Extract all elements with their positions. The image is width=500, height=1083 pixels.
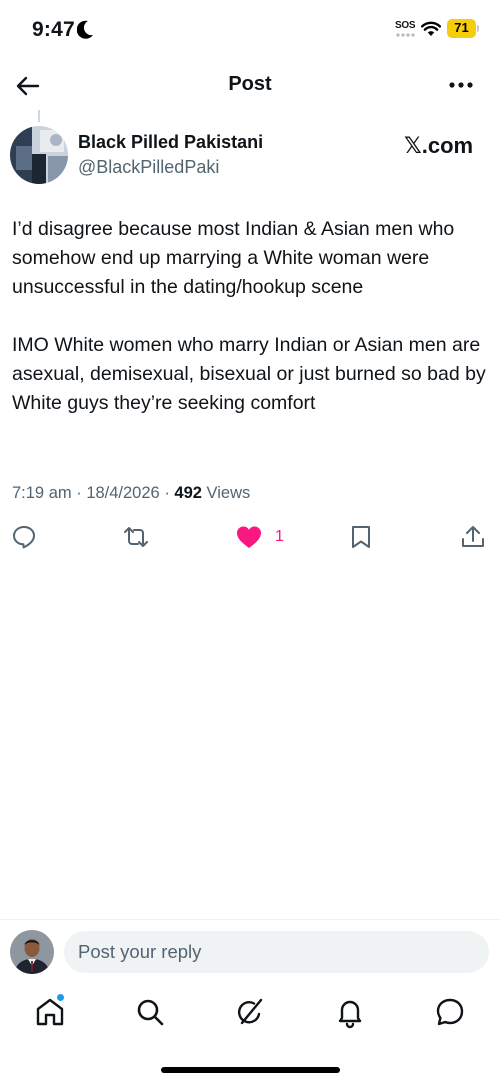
author-avatar[interactable] bbox=[10, 126, 68, 184]
author-handle[interactable]: @BlackPilledPaki bbox=[78, 157, 219, 178]
bottom-nav bbox=[0, 994, 500, 1034]
sos-indicator: SOS bbox=[395, 20, 416, 31]
home-indicator[interactable] bbox=[161, 1067, 340, 1073]
more-horizontal-icon[interactable] bbox=[448, 80, 474, 90]
like-button[interactable]: 1 bbox=[235, 522, 284, 552]
bookmark-icon bbox=[352, 526, 370, 548]
action-bar: 1 bbox=[0, 522, 500, 552]
meta-separator: · bbox=[76, 484, 87, 502]
nav-search[interactable] bbox=[132, 994, 168, 1030]
thread-connector bbox=[38, 110, 40, 122]
reply-input[interactable]: Post your reply bbox=[64, 931, 489, 973]
heart-filled-icon bbox=[237, 526, 261, 548]
search-icon bbox=[137, 999, 164, 1026]
nav-notifications[interactable] bbox=[332, 994, 368, 1030]
reply-button[interactable] bbox=[11, 522, 37, 552]
share-icon bbox=[462, 526, 484, 547]
messages-icon bbox=[436, 998, 464, 1026]
wifi-icon bbox=[421, 21, 441, 36]
divider bbox=[0, 919, 500, 920]
battery-indicator: 71 bbox=[447, 19, 480, 38]
views-count[interactable]: 492 bbox=[174, 484, 202, 502]
home-notification-dot bbox=[57, 994, 64, 1001]
nav-grok[interactable] bbox=[232, 994, 268, 1030]
notifications-icon bbox=[338, 1000, 362, 1029]
status-time: 9:47 bbox=[32, 18, 75, 41]
nav-messages[interactable] bbox=[432, 994, 468, 1030]
reply-placeholder: Post your reply bbox=[78, 941, 202, 962]
bookmark-button[interactable] bbox=[350, 522, 372, 552]
like-count: 1 bbox=[275, 528, 284, 545]
post-header: Post bbox=[0, 62, 500, 108]
page-title: Post bbox=[228, 73, 272, 95]
battery-level: 71 bbox=[454, 20, 469, 35]
grok-icon bbox=[237, 998, 263, 1025]
repost-button[interactable] bbox=[122, 522, 150, 552]
source-label: 𝕏.com bbox=[404, 133, 474, 158]
views-label[interactable]: Views bbox=[207, 484, 251, 502]
post-time: 7:19 am bbox=[12, 484, 72, 502]
reply-icon bbox=[13, 526, 35, 549]
status-bar: 9:47 SOS 71 bbox=[0, 0, 500, 60]
share-button[interactable] bbox=[460, 522, 486, 552]
repost-icon bbox=[124, 527, 148, 547]
post-paragraph: I’d disagree because most Indian & Asian… bbox=[12, 218, 455, 298]
meta-separator: · bbox=[164, 484, 175, 502]
post-text: I’d disagree because most Indian & Asian… bbox=[12, 215, 488, 447]
moon-icon bbox=[77, 20, 93, 39]
user-avatar[interactable] bbox=[10, 930, 54, 974]
post-meta: 7:19 am · 18/4/2026 · 492 Views bbox=[12, 484, 250, 503]
post-date: 18/4/2026 bbox=[86, 484, 160, 502]
signal-dots-icon bbox=[396, 33, 415, 37]
post-paragraph: IMO White women who marry Indian or Asia… bbox=[12, 334, 486, 414]
author-name[interactable]: Black Pilled Pakistani bbox=[78, 132, 263, 153]
